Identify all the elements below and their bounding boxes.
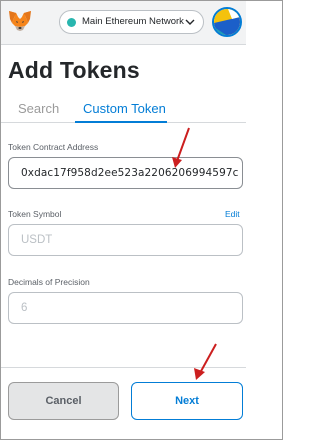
right-margin [246,1,282,439]
red-pointer-arrow-icon [194,343,217,380]
network-status-dot [67,18,76,27]
edit-symbol-link[interactable]: Edit [225,209,240,219]
chevron-down-icon [185,19,195,25]
account-avatar[interactable] [212,7,242,37]
network-label: Main Ethereum Network [82,16,184,27]
network-selector[interactable]: Main Ethereum Network [59,10,204,34]
tab-search[interactable]: Search [18,101,59,116]
contract-address-value: 0xdac17f958d2ee523a2206206994597c [21,167,239,179]
account-identicon [214,9,240,35]
token-symbol-input[interactable]: USDT [8,224,243,256]
tab-bar: Search Custom Token [1,97,246,123]
next-button[interactable]: Next [131,382,243,420]
cancel-button[interactable]: Cancel [8,382,119,420]
red-pointer-arrow-icon [172,127,190,168]
page-title: Add Tokens [8,57,140,83]
decimals-label: Decimals of Precision [8,277,90,287]
active-tab-indicator [75,121,167,123]
contract-address-input[interactable]: 0xdac17f958d2ee523a2206206994597c [8,157,243,189]
decimals-input[interactable]: 6 [8,292,243,324]
tab-custom-token[interactable]: Custom Token [83,101,166,116]
token-symbol-label: Token Symbol [8,209,62,219]
contract-address-label: Token Contract Address [8,142,99,152]
app-window: Main Ethereum Network Add Tokens Search … [0,0,283,440]
app-header: Main Ethereum Network [1,1,246,45]
decimals-value: 6 [21,302,28,314]
token-symbol-value: USDT [21,234,53,246]
metamask-fox-icon[interactable] [8,10,32,32]
